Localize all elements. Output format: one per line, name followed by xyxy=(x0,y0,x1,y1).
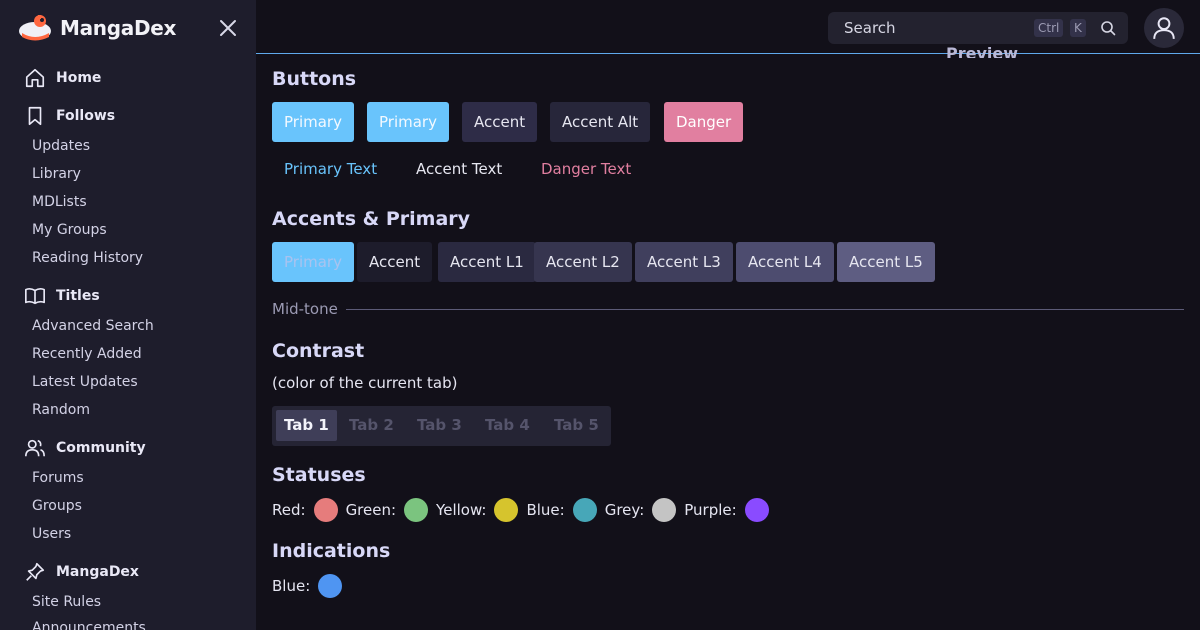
sidebar-item-reading-history[interactable]: Reading History xyxy=(32,248,143,268)
accent-alt-button[interactable]: Accent Alt xyxy=(550,102,651,142)
status-purple-dot xyxy=(744,498,769,522)
statuses-heading: Statuses xyxy=(272,464,366,486)
primary-button[interactable]: Primary xyxy=(272,102,354,142)
indication-blue-label: Blue: xyxy=(272,577,311,595)
nav-mangadex[interactable]: MangaDex xyxy=(24,560,139,584)
nav-titles-label: Titles xyxy=(56,288,100,304)
status-blue-dot xyxy=(572,498,597,522)
indications-heading: Indications xyxy=(272,540,391,562)
nav-titles[interactable]: Titles xyxy=(24,284,100,308)
accent-swatch-l1[interactable]: Accent L1 xyxy=(438,242,536,282)
midtone-divider: Mid-tone xyxy=(272,300,1184,318)
tab-4[interactable]: Tab 4 xyxy=(477,410,538,441)
status-green-label: Green: xyxy=(345,501,397,519)
user-menu-button[interactable] xyxy=(1144,8,1184,48)
buttons-heading: Buttons xyxy=(272,68,357,90)
status-red-label: Red: xyxy=(272,501,306,519)
brand[interactable]: MangaDex xyxy=(18,12,176,44)
sidebar-item-recently-added[interactable]: Recently Added xyxy=(32,344,142,364)
status-grey-label: Grey: xyxy=(604,501,645,519)
status-row: Red: Green: Yellow: Blue: Grey: Purple: xyxy=(272,497,777,523)
accent-swatch-l2[interactable]: Accent L2 xyxy=(534,242,632,282)
danger-button[interactable]: Danger xyxy=(664,102,744,142)
accent-swatch-l3[interactable]: Accent L3 xyxy=(635,242,733,282)
search-icon[interactable] xyxy=(1100,20,1116,36)
search-bar[interactable]: Search Ctrl K xyxy=(828,12,1128,44)
tab-5[interactable]: Tab 5 xyxy=(546,410,607,441)
accents-heading: Accents & Primary xyxy=(272,208,471,230)
nav-community[interactable]: Community xyxy=(24,436,146,460)
sidebar-item-updates[interactable]: Updates xyxy=(32,136,90,156)
sidebar-item-random[interactable]: Random xyxy=(32,400,90,420)
shortcut-k-key: K xyxy=(1070,19,1086,37)
status-yellow-label: Yellow: xyxy=(436,501,487,519)
status-green-dot xyxy=(404,498,429,522)
accent-button[interactable]: Accent xyxy=(462,102,538,142)
home-icon xyxy=(25,68,45,88)
search-placeholder: Search xyxy=(844,19,896,37)
nav-community-label: Community xyxy=(56,440,146,456)
close-sidebar-button[interactable] xyxy=(216,16,240,40)
nav-mangadex-label: MangaDex xyxy=(56,564,139,580)
accent-swatch-primary[interactable]: Primary xyxy=(272,242,354,282)
contrast-tabs: Tab 1 Tab 2 Tab 3 Tab 4 Tab 5 xyxy=(272,406,611,446)
nav-home[interactable]: Home xyxy=(24,66,101,90)
sidebar-item-announcements[interactable]: Announcements xyxy=(32,618,146,630)
sidebar-item-my-groups[interactable]: My Groups xyxy=(32,220,107,240)
primary-text-button[interactable]: Primary Text xyxy=(284,157,377,181)
preview-title: Preview xyxy=(946,44,1019,58)
mangadex-logo-icon xyxy=(18,13,54,43)
danger-text-button[interactable]: Danger Text xyxy=(541,157,631,181)
sidebar-item-forums[interactable]: Forums xyxy=(32,468,84,488)
tab-2[interactable]: Tab 2 xyxy=(341,410,402,441)
tab-1[interactable]: Tab 1 xyxy=(276,410,337,441)
status-yellow-dot xyxy=(494,498,519,522)
status-grey-dot xyxy=(652,498,677,522)
brand-name: MangaDex xyxy=(60,16,177,40)
users-icon xyxy=(25,439,45,457)
shortcut-ctrl-key: Ctrl xyxy=(1034,19,1064,37)
sidebar-item-advanced-search[interactable]: Advanced Search xyxy=(32,316,154,336)
indication-blue-dot xyxy=(318,574,343,598)
midtone-line xyxy=(345,308,1184,310)
midtone-label: Mid-tone xyxy=(272,300,338,318)
sidebar-item-mdlists[interactable]: MDLists xyxy=(32,192,87,212)
nav-home-label: Home xyxy=(56,70,102,86)
sidebar-item-users[interactable]: Users xyxy=(32,524,71,544)
sidebar-item-groups[interactable]: Groups xyxy=(32,496,82,516)
contrast-note: (color of the current tab) xyxy=(272,374,458,392)
status-blue-label: Blue: xyxy=(526,501,565,519)
book-open-icon xyxy=(25,288,45,305)
nav-follows[interactable]: Follows xyxy=(24,104,115,128)
indication-row: Blue: xyxy=(272,573,350,599)
contrast-heading: Contrast xyxy=(272,340,365,362)
sidebar-item-latest-updates[interactable]: Latest Updates xyxy=(32,372,138,392)
primary-button-alt[interactable]: Primary xyxy=(367,102,449,142)
accent-swatch-l5[interactable]: Accent L5 xyxy=(837,242,935,282)
close-icon xyxy=(220,20,236,36)
status-red-dot xyxy=(313,498,338,522)
tab-3[interactable]: Tab 3 xyxy=(409,410,470,441)
sidebar-item-site-rules[interactable]: Site Rules xyxy=(32,592,101,612)
sidebar: MangaDex Home Follows Updates Library MD… xyxy=(0,0,256,630)
status-purple-label: Purple: xyxy=(684,501,737,519)
sidebar-item-library[interactable]: Library xyxy=(32,164,81,184)
user-icon xyxy=(1153,17,1175,39)
pin-icon xyxy=(26,562,45,581)
top-bar: Preview Search Ctrl K xyxy=(256,0,1200,58)
accent-swatch-l4[interactable]: Accent L4 xyxy=(736,242,834,282)
nav-follows-label: Follows xyxy=(56,108,116,124)
accent-text-button[interactable]: Accent Text xyxy=(416,157,502,181)
bookmark-icon xyxy=(28,106,42,126)
accent-swatch-accent[interactable]: Accent xyxy=(357,242,433,282)
